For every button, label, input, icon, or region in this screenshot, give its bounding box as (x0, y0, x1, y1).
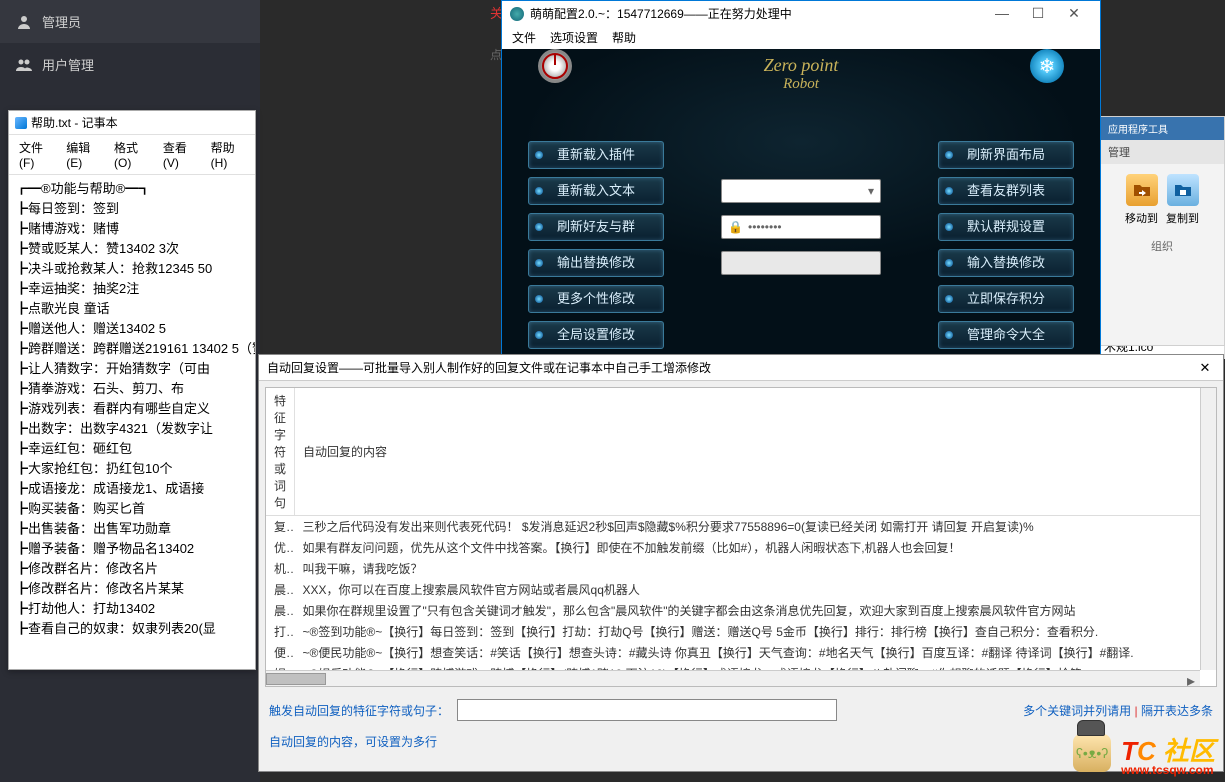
cfg-btn-更多个性修改[interactable]: 更多个性修改 (528, 285, 664, 313)
notepad-titlebar[interactable]: 帮助.txt - 记事本 (9, 111, 255, 135)
snow-button[interactable]: ❄ (1030, 49, 1064, 83)
cell-reply: XXX，你可以在百度上搜索晨风软件官方网站或者晨风qq机器人 (295, 579, 1216, 600)
notepad-icon (15, 117, 27, 129)
maximize-button[interactable]: ☐ (1020, 5, 1056, 22)
notepad-content[interactable]: ┏━®功能与帮助®━┓ ┣每日签到：签到 ┣赌博游戏：赌博 ┣赞或贬某人：赞13… (9, 175, 255, 643)
cfg-btn-重新载入文本[interactable]: 重新载入文本 (528, 177, 664, 205)
autoreply-table: 特征字符或词句 自动回复的内容 复读*三秒之后代码没有发出来则代表死代码！ $发… (266, 388, 1216, 687)
cell-trigger: 优先设定的回复内容是… (266, 537, 295, 558)
cfg-menu-file[interactable]: 文件 (512, 29, 536, 46)
blank-field[interactable] (721, 251, 881, 275)
config-titlebar[interactable]: 萌萌配置2.0.~：1547712669——正在努力处理中 ― ☐ ✕ (502, 1, 1100, 26)
cfg-btn-立即保存积分[interactable]: 立即保存积分 (938, 285, 1074, 313)
power-button[interactable] (538, 49, 572, 83)
reply-content-label: 自动回复的内容，可设置为多行 (269, 733, 437, 750)
minimize-button[interactable]: ― (984, 5, 1020, 22)
folder-copy-icon (1167, 174, 1199, 206)
close-button[interactable]: ✕ (1056, 5, 1092, 22)
autoreply-title-text: 自动回复设置——可批量导入别人制作好的回复文件或在记事本中自己手工增添修改 (267, 359, 711, 376)
cfg-btn-全局设置修改[interactable]: 全局设置修改 (528, 321, 664, 349)
menu-file[interactable]: 文件(F) (13, 137, 58, 172)
cell-reply: 三秒之后代码没有发出来则代表死代码！ $发消息延迟2秒$回声$隐藏$%积分要求7… (295, 516, 1216, 538)
cell-trigger: 打卡报道 (266, 621, 295, 642)
config-window: 萌萌配置2.0.~：1547712669——正在努力处理中 ― ☐ ✕ 文件 选… (501, 0, 1101, 360)
menu-edit[interactable]: 编辑(E) (60, 137, 106, 172)
autoreply-window: 自动回复设置——可批量导入别人制作好的回复文件或在记事本中自己手工增添修改 ✕ … (258, 354, 1224, 772)
cell-reply: 如果有群友问问题，优先从这个文件中找答案。【换行】即使在不加触发前缀（比如#），… (295, 537, 1216, 558)
multi-keyword-link[interactable]: 多个关键词并列请用 | 隔开表达多条 (1023, 702, 1213, 719)
cell-trigger: 复读* (266, 516, 295, 538)
cfg-btn-管理命令大全[interactable]: 管理命令大全 (938, 321, 1074, 349)
table-row[interactable]: 便民功能~®便民功能®~【换行】想查笑话：#笑话【换行】想查头诗：#藏头诗 你真… (266, 642, 1216, 663)
menu-help[interactable]: 帮助(H) (205, 137, 251, 172)
notepad-title-text: 帮助.txt - 记事本 (31, 114, 118, 131)
ribbon-group: 组织 (1100, 236, 1224, 256)
cell-trigger: 晨风软件 (266, 600, 295, 621)
sidebar-label: 用户管理 (42, 55, 94, 74)
password-field[interactable]: 🔒•••••••• (721, 215, 881, 239)
notepad-menubar: 文件(F) 编辑(E) 格式(O) 查看(V) 帮助(H) (9, 135, 255, 175)
cell-reply: ~®签到功能®~【换行】每日签到：签到【换行】打劫：打劫Q号【换行】赠送：赠送Q… (295, 621, 1216, 642)
cfg-btn-重新载入插件[interactable]: 重新载入插件 (528, 141, 664, 169)
cfg-menu-options[interactable]: 选项设置 (550, 29, 598, 46)
cfg-menu-help[interactable]: 帮助 (612, 29, 636, 46)
close-button[interactable]: ✕ (1195, 360, 1215, 376)
config-body: Zero point Robot ❄ 重新载入插件 刷新界面布局重新载入文本 ▾ 查看… (502, 49, 1100, 359)
sidebar-label: 管理员 (42, 12, 81, 31)
user-icon (16, 14, 32, 30)
sidebar-item-users[interactable]: 用户管理 (0, 43, 260, 86)
app-icon (510, 7, 524, 21)
col-trigger[interactable]: 特征字符或词句 (266, 388, 295, 516)
cfg-btn-查看友群列表[interactable]: 查看友群列表 (938, 177, 1074, 205)
autoreply-titlebar[interactable]: 自动回复设置——可批量导入别人制作好的回复文件或在记事本中自己手工增添修改 ✕ (259, 355, 1223, 381)
config-menubar: 文件 选项设置 帮助 (502, 26, 1100, 49)
trigger-input[interactable] (457, 699, 837, 721)
scroll-right-arrow[interactable]: ▸ (1184, 671, 1198, 687)
cell-reply: ~®便民功能®~【换行】想查笑话：#笑话【换行】想查头诗：#藏头诗 你真丑【换行… (295, 642, 1216, 663)
move-to-button[interactable]: 移动到 (1125, 174, 1158, 226)
ribbon-panel: 应用程序工具 管理 移动到 复制到 组织 (1099, 116, 1225, 346)
trigger-label: 触发自动回复的特征字符或句子： (269, 702, 449, 719)
scrollbar-vertical[interactable] (1200, 388, 1216, 670)
brand-title: Zero point (764, 55, 839, 76)
table-row[interactable]: 复读*三秒之后代码没有发出来则代表死代码！ $发消息延迟2秒$回声$隐藏$%积分… (266, 516, 1216, 538)
scrollbar-thumb[interactable] (266, 673, 326, 685)
menu-format[interactable]: 格式(O) (108, 137, 155, 172)
users-icon (16, 57, 32, 73)
table-row[interactable]: 打卡报道~®签到功能®~【换行】每日签到：签到【换行】打劫：打劫Q号【换行】赠送… (266, 621, 1216, 642)
cell-trigger: 晨风机器人从哪下载？ (266, 579, 295, 600)
table-row[interactable]: 晨风机器人从哪下载？XXX，你可以在百度上搜索晨风软件官方网站或者晨风qq机器人 (266, 579, 1216, 600)
cfg-btn-刷新界面布局[interactable]: 刷新界面布局 (938, 141, 1074, 169)
ribbon-tab-tools[interactable]: 应用程序工具 (1100, 117, 1224, 140)
config-title-text: 萌萌配置2.0.~：1547712669——正在努力处理中 (530, 5, 792, 22)
table-row[interactable]: 优先设定的回复内容是…如果有群友问问题，优先从这个文件中找答案。【换行】即使在不… (266, 537, 1216, 558)
autoreply-bottom: 触发自动回复的特征字符或句子： 多个关键词并列请用 | 隔开表达多条 自动回复的… (259, 693, 1223, 768)
copy-label: 复制到 (1166, 210, 1199, 226)
cell-trigger: 机器人号码 (266, 558, 295, 579)
move-label: 移动到 (1125, 210, 1158, 226)
brand-subtitle: Robot (764, 76, 839, 93)
col-reply[interactable]: 自动回复的内容 (295, 388, 1216, 516)
folder-move-icon (1126, 174, 1158, 206)
account-dropdown[interactable]: ▾ (721, 179, 881, 203)
autoreply-table-wrap: 特征字符或词句 自动回复的内容 复读*三秒之后代码没有发出来则代表死代码！ $发… (265, 387, 1217, 687)
notepad-window: 帮助.txt - 记事本 文件(F) 编辑(E) 格式(O) 查看(V) 帮助(… (8, 110, 256, 670)
scrollbar-horizontal[interactable]: ▸ (266, 670, 1200, 686)
copy-to-button[interactable]: 复制到 (1166, 174, 1199, 226)
config-buttons-grid: 重新载入插件 刷新界面布局重新载入文本 ▾ 查看友群列表刷新好友与群 🔒••••••••… (502, 141, 1100, 349)
menu-view[interactable]: 查看(V) (157, 137, 203, 172)
cell-reply: 叫我干嘛，请我吃饭？ (295, 558, 1216, 579)
table-row[interactable]: 晨风软件如果你在群规里设置了"只有包含关键词才触发"，那么包含"晨风软件"的关键… (266, 600, 1216, 621)
ribbon-tab-manage[interactable]: 管理 (1100, 140, 1224, 164)
cell-trigger: 便民功能 (266, 642, 295, 663)
cfg-btn-默认群规设置[interactable]: 默认群规设置 (938, 213, 1074, 241)
cfg-btn-输出替换修改[interactable]: 输出替换修改 (528, 249, 664, 277)
sidebar-item-admin[interactable]: 管理员 (0, 0, 260, 43)
cfg-btn-刷新好友与群[interactable]: 刷新好友与群 (528, 213, 664, 241)
cell-reply: 如果你在群规里设置了"只有包含关键词才触发"，那么包含"晨风软件"的关键字都会由… (295, 600, 1216, 621)
cfg-btn-输入替换修改[interactable]: 输入替换修改 (938, 249, 1074, 277)
table-row[interactable]: 机器人号码叫我干嘛，请我吃饭？ (266, 558, 1216, 579)
